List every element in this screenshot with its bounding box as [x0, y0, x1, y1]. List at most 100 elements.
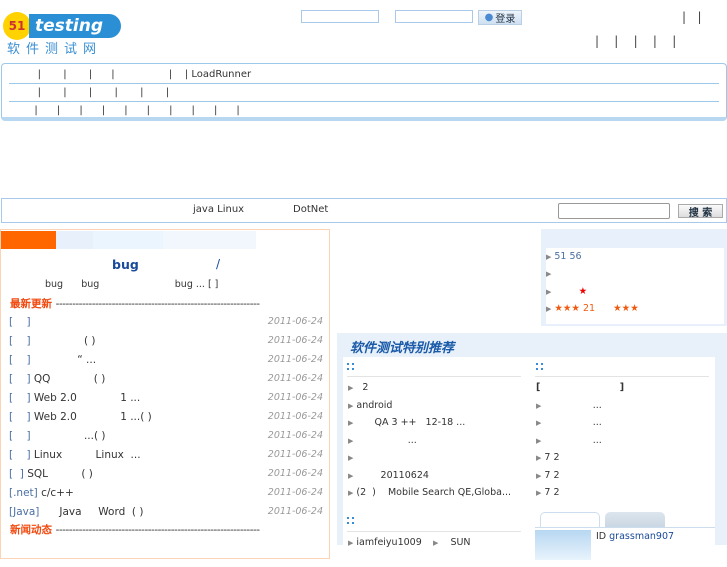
login-label: 登录 — [495, 14, 516, 25]
article-title[interactable]: ( ) — [31, 335, 96, 347]
list-item[interactable]: ▶ ... — [536, 417, 602, 428]
member-tab[interactable] — [605, 512, 665, 528]
search-button[interactable]: 搜 索 — [678, 204, 723, 219]
article-title[interactable]: c/c++ — [38, 487, 74, 499]
article-category[interactable]: [ ] — [9, 468, 24, 480]
nav-row-1[interactable]: | | | | | | LoadRunner — [9, 65, 719, 83]
logo-subtitle: 软件测试网 — [7, 42, 103, 57]
keyword-link[interactable]: java Linux — [193, 204, 244, 215]
username-input[interactable] — [301, 10, 379, 23]
tab[interactable] — [93, 231, 163, 249]
list-item[interactable]: ▶ ★ — [546, 286, 587, 297]
article-row[interactable]: [ ] SQL ( ) 2011-06-24 — [9, 464, 323, 483]
list-item[interactable]: ▶ — [546, 268, 554, 279]
list-item[interactable]: ▶ android — [348, 400, 392, 411]
article-title[interactable]: Linux Linux ... — [31, 449, 141, 461]
article-category[interactable]: [ ] — [9, 430, 31, 442]
search-input[interactable] — [558, 203, 670, 219]
top-links-row2[interactable]: | | | | | — [595, 34, 676, 48]
list-item[interactable]: ▶ QA 3 ++ 12-18 ... — [348, 417, 465, 428]
article-category[interactable]: [ ] — [9, 335, 31, 347]
article-title[interactable]: Java Word ( ) — [39, 506, 143, 518]
login-button[interactable]: ● 登录 — [478, 10, 522, 25]
article-date: 2011-06-24 — [267, 373, 323, 384]
article-title[interactable]: “ ... — [31, 354, 96, 366]
article-title[interactable]: QQ ( ) — [31, 373, 105, 385]
list-item[interactable]: ▶ 7 2 — [536, 470, 560, 481]
list-item[interactable]: ▶ iamfeiyu1009 — [348, 537, 422, 548]
article-row[interactable]: [ ] Linux Linux ... 2011-06-24 — [9, 445, 323, 464]
member-tab[interactable] — [540, 512, 600, 528]
article-category[interactable]: [Java] — [9, 506, 39, 518]
nav-row-2[interactable]: | | | | | | — [9, 83, 719, 101]
article-category[interactable]: [ ] — [9, 373, 31, 385]
site-logo[interactable]: 51 testing 软件测试网 — [3, 10, 125, 57]
article-date: 2011-06-24 — [267, 316, 323, 327]
article-date: 2011-06-24 — [267, 449, 323, 460]
search-bar: java Linux DotNet 搜 索 — [1, 198, 727, 223]
article-row[interactable]: [ ] ...( ) 2011-06-24 — [9, 426, 323, 445]
news-heading: 新闻动态 -----------------------------------… — [10, 524, 260, 536]
article-row[interactable]: [.net] c/c++ 2011-06-24 — [9, 483, 323, 502]
list-item[interactable]: ▶ ★★★ 21 ★★★ — [546, 303, 639, 314]
keyword-link[interactable]: DotNet — [293, 204, 328, 215]
article-date: 2011-06-24 — [267, 430, 323, 441]
list-item[interactable]: ▶ 20110624 — [348, 470, 429, 481]
user-icon: ● — [484, 12, 494, 23]
article-row[interactable]: [ ] 2011-06-24 — [9, 312, 323, 331]
list-item[interactable]: [ ] — [536, 382, 624, 393]
article-date: 2011-06-24 — [267, 506, 323, 517]
article-title[interactable]: Web 2.0 1 ... — [31, 392, 140, 404]
latest-heading-label: 最新更新 — [10, 298, 52, 310]
password-input[interactable] — [395, 10, 473, 23]
article-date: 2011-06-24 — [267, 487, 323, 498]
headline-summary: bug bug bug ... [ ] — [45, 279, 219, 290]
list-item[interactable]: ▶ 7 2 — [536, 452, 560, 463]
list-item[interactable]: ▶ ... — [348, 435, 417, 446]
article-date: 2011-06-24 — [267, 411, 323, 422]
bullet-icon: ▶ — [348, 454, 354, 462]
article-category[interactable]: [ ] — [9, 354, 31, 366]
list-item[interactable]: ▶ 7 2 — [536, 487, 560, 498]
article-title[interactable]: ...( ) — [31, 430, 106, 442]
bullet-icon: ▶ — [536, 419, 542, 427]
list-item[interactable]: ▶ ... — [536, 435, 602, 446]
list-item[interactable]: ▶ ... — [536, 400, 602, 411]
top-links-row1[interactable]: | | — [682, 10, 702, 24]
article-row[interactable]: [ ] Web 2.0 1 ...( ) 2011-06-24 — [9, 407, 323, 426]
news-heading-label: 新闻动态 — [10, 524, 52, 536]
member-id[interactable]: ID grassman907 — [596, 531, 674, 542]
article-row[interactable]: [ ] QQ ( ) 2011-06-24 — [9, 369, 323, 388]
headline[interactable]: bug — [112, 257, 139, 272]
list-item[interactable]: ▶ — [348, 452, 356, 463]
article-title[interactable]: SQL ( ) — [24, 468, 93, 480]
recommend-title: 软件测试特别推荐 — [350, 341, 455, 356]
list-item[interactable]: ▶ 2 — [348, 382, 368, 393]
article-category[interactable]: [ ] — [9, 316, 31, 328]
tab[interactable] — [163, 231, 256, 249]
bullet-icon: ▶ — [348, 384, 354, 392]
article-category[interactable]: [.net] — [9, 487, 38, 499]
list-item[interactable]: ▶ (2 ) Mobile Search QE,Globa... — [348, 487, 511, 498]
bullet-icon: ▶ — [536, 436, 542, 445]
article-category[interactable]: [ ] — [9, 392, 31, 404]
article-row[interactable]: [ ] ( ) 2011-06-24 — [9, 331, 323, 350]
section-icon — [347, 363, 354, 370]
article-row[interactable]: [ ] Web 2.0 1 ... 2011-06-24 — [9, 388, 323, 407]
article-row[interactable]: [ ] “ ... 2011-06-24 — [9, 350, 323, 369]
list-item[interactable]: ▶ SUN — [433, 537, 471, 548]
article-category[interactable]: [ ] — [9, 411, 31, 423]
list-item[interactable]: ▶ 51 56 — [546, 251, 582, 262]
article-row[interactable]: [Java] Java Word ( ) 2011-06-24 — [9, 502, 323, 521]
headline-separator: / — [216, 257, 221, 271]
article-date: 2011-06-24 — [267, 468, 323, 479]
article-category[interactable]: [ ] — [9, 449, 31, 461]
articles-panel: bug / bug bug bug ... [ ] 最新更新 ---------… — [0, 229, 330, 559]
main-nav: | | | | | | LoadRunner | | | | | | | | |… — [1, 63, 727, 121]
bullet-icon: ▶ — [348, 471, 354, 480]
tab-active[interactable] — [1, 231, 56, 249]
article-date: 2011-06-24 — [267, 392, 323, 403]
article-title[interactable]: Web 2.0 1 ...( ) — [31, 411, 152, 423]
nav-row-3[interactable]: | | | | | | | | | | — [9, 101, 719, 119]
tab[interactable] — [56, 231, 93, 249]
